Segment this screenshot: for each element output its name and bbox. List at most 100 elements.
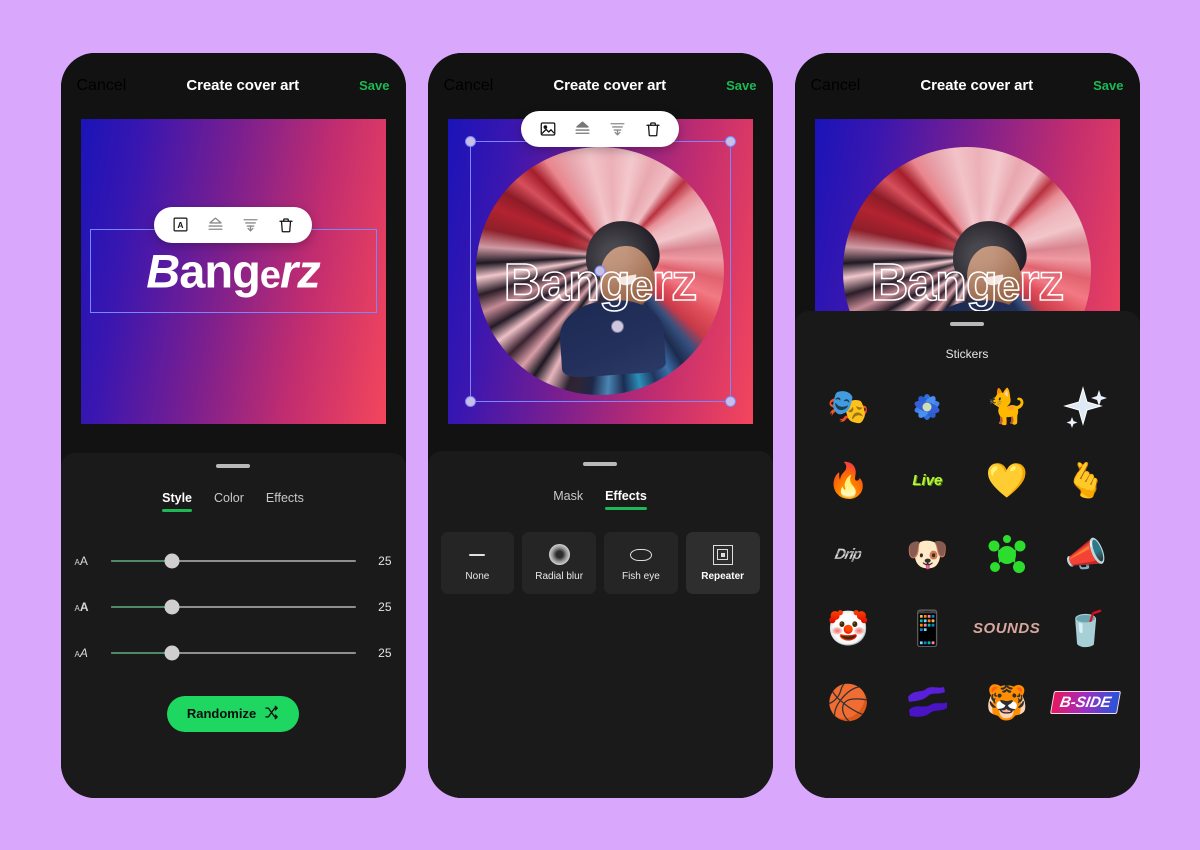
tab-color[interactable]: Color: [214, 491, 244, 512]
slider-knob[interactable]: [164, 645, 180, 660]
hand-fingers-sticker[interactable]: 🫰: [1046, 453, 1125, 509]
title-part-b: B: [870, 254, 909, 313]
title-part-rz: rz: [1018, 254, 1065, 313]
randomize-label: Randomize: [186, 706, 257, 721]
trash-icon[interactable]: [276, 215, 295, 234]
purple-splatter-sticker[interactable]: [888, 675, 967, 731]
cover-title-outline-text[interactable]: Bangerz: [503, 254, 698, 313]
repeater-icon: [712, 544, 733, 566]
tab-style[interactable]: Style: [162, 491, 192, 512]
b-side-logo-sticker[interactable]: B-SIDE: [1046, 675, 1125, 731]
layers-icon[interactable]: [573, 119, 592, 138]
text-box-icon[interactable]: A: [171, 215, 190, 234]
cancel-button[interactable]: Cancel: [811, 77, 861, 95]
basketball-face-sticker[interactable]: 🏀: [809, 675, 888, 731]
effect-option-none[interactable]: None: [440, 531, 515, 594]
flip-phone-sticker[interactable]: 📱: [888, 601, 967, 657]
stickers-panel: Stickers 🎭 🐈 🔥 Live 💛 🫰 Drip 🐶 📣 🤡 📱 SOU…: [794, 310, 1140, 798]
align-icon[interactable]: [608, 119, 627, 138]
phone-screen-text-editor: Cancel Create cover art Save Bangerz A S…: [60, 52, 406, 798]
page-title: Create cover art: [186, 77, 300, 94]
app-header-1: Cancel Create cover art Save: [60, 52, 406, 119]
fire-sticker[interactable]: 🔥: [809, 453, 888, 509]
sparkles-svg: [1063, 385, 1107, 428]
cancel-button[interactable]: Cancel: [77, 77, 127, 95]
app-header-3: Cancel Create cover art Save: [794, 52, 1140, 119]
title-part-rz: rz: [651, 254, 698, 313]
cover-art-canvas-2[interactable]: Bangerz: [447, 118, 753, 424]
gold-heart-sticker[interactable]: 💛: [967, 453, 1046, 509]
font-weight-value: 25: [378, 599, 392, 614]
effects-options: None Radial blur Fish eye Repeater: [428, 510, 773, 594]
phone-screen-image-editor: Cancel Create cover art Save Bangerz Mas…: [427, 52, 773, 798]
pink-cat-sticker[interactable]: 🐈: [967, 379, 1046, 435]
tiger-flames-sticker[interactable]: 🐯: [967, 675, 1046, 731]
app-header-2: Cancel Create cover art Save: [427, 52, 773, 119]
title-part-e: e: [629, 262, 654, 310]
soda-can-sticker[interactable]: 🥤: [1046, 601, 1125, 657]
bulldog-bone-sticker[interactable]: 🐶: [888, 527, 967, 583]
effect-option-repeater[interactable]: Repeater: [685, 531, 760, 594]
screenshot-stage: Cancel Create cover art Save Bangerz A S…: [0, 0, 1200, 850]
stickers-grid: 🎭 🐈 🔥 Live 💛 🫰 Drip 🐶 📣 🤡 📱 SOUNDS 🥤 🏀 🐯…: [795, 379, 1140, 731]
image-floating-toolbar[interactable]: [521, 110, 679, 147]
tab-effects[interactable]: Effects: [266, 491, 304, 512]
phone-screen-stickers: Cancel Create cover art Save Bangerz Sti…: [794, 52, 1140, 798]
megaphone-sticker[interactable]: 📣: [1046, 527, 1125, 583]
sparkles-sticker[interactable]: [1046, 379, 1125, 435]
cancel-button[interactable]: Cancel: [444, 77, 494, 95]
title-part-an: an: [179, 244, 233, 298]
style-panel: Style Color Effects AA 25 AA 25 AA 25 Ra…: [60, 452, 406, 798]
trash-icon[interactable]: [643, 119, 662, 138]
shuffle-icon: [264, 705, 279, 723]
selection-handle-bl[interactable]: [464, 395, 476, 407]
title-part-g: g: [232, 244, 261, 298]
slider-knob[interactable]: [164, 553, 180, 568]
save-button[interactable]: Save: [1093, 78, 1123, 93]
effect-label: Radial blur: [535, 570, 584, 582]
text-floating-toolbar[interactable]: A: [154, 206, 312, 243]
save-button[interactable]: Save: [726, 78, 756, 93]
live-text-sticker[interactable]: Live: [888, 453, 967, 509]
title-part-e: e: [259, 254, 281, 297]
layers-icon[interactable]: [206, 215, 225, 234]
selection-handle-tl[interactable]: [464, 135, 476, 147]
sheet-grabber-1[interactable]: [216, 463, 250, 468]
style-sliders: AA 25 AA 25 AA 25: [61, 538, 406, 676]
green-splat-svg: [988, 534, 1026, 573]
blue-flower-sticker[interactable]: [888, 379, 967, 435]
style-tabs: Style Color Effects: [61, 491, 406, 512]
sounds-text-sticker[interactable]: SOUNDS: [967, 601, 1046, 657]
jester-sticker[interactable]: 🤡: [809, 601, 888, 657]
sheet-grabber-3[interactable]: [950, 321, 984, 326]
chrome-text-sticker[interactable]: Drip: [809, 527, 888, 583]
cover-art-canvas-1[interactable]: Bangerz: [80, 118, 386, 424]
selection-handle-br[interactable]: [724, 395, 736, 407]
save-button[interactable]: Save: [359, 78, 389, 93]
effect-label: Repeater: [701, 570, 745, 582]
title-part-an: an: [539, 254, 600, 313]
tab-effects[interactable]: Effects: [605, 489, 647, 510]
sheet-grabber-2[interactable]: [583, 461, 617, 466]
title-part-b: B: [503, 254, 542, 313]
align-icon[interactable]: [241, 215, 260, 234]
image-icon[interactable]: [538, 119, 557, 138]
slider-knob[interactable]: [164, 599, 180, 614]
font-weight-slider[interactable]: [110, 599, 356, 614]
title-part-e: e: [996, 262, 1021, 310]
cover-title-text[interactable]: Bangerz: [146, 244, 321, 298]
randomize-button[interactable]: Randomize: [166, 695, 300, 732]
tab-mask[interactable]: Mask: [553, 489, 583, 510]
effect-option-radial-blur[interactable]: Radial blur: [522, 531, 596, 594]
font-size-slider[interactable]: [110, 553, 356, 568]
title-part-rz: rz: [279, 244, 321, 298]
font-slant-slider[interactable]: [110, 645, 356, 660]
font-weight-icon: AA: [74, 599, 89, 614]
effect-option-fish-eye[interactable]: Fish eye: [604, 531, 678, 594]
green-splat-sticker[interactable]: [967, 527, 1046, 583]
title-part-g: g: [598, 254, 631, 313]
fish-eye-icon: [629, 544, 652, 566]
masked-character-sticker[interactable]: 🎭: [809, 379, 888, 435]
selection-handle-tr[interactable]: [724, 135, 736, 147]
radial-blur-icon: [548, 544, 570, 566]
